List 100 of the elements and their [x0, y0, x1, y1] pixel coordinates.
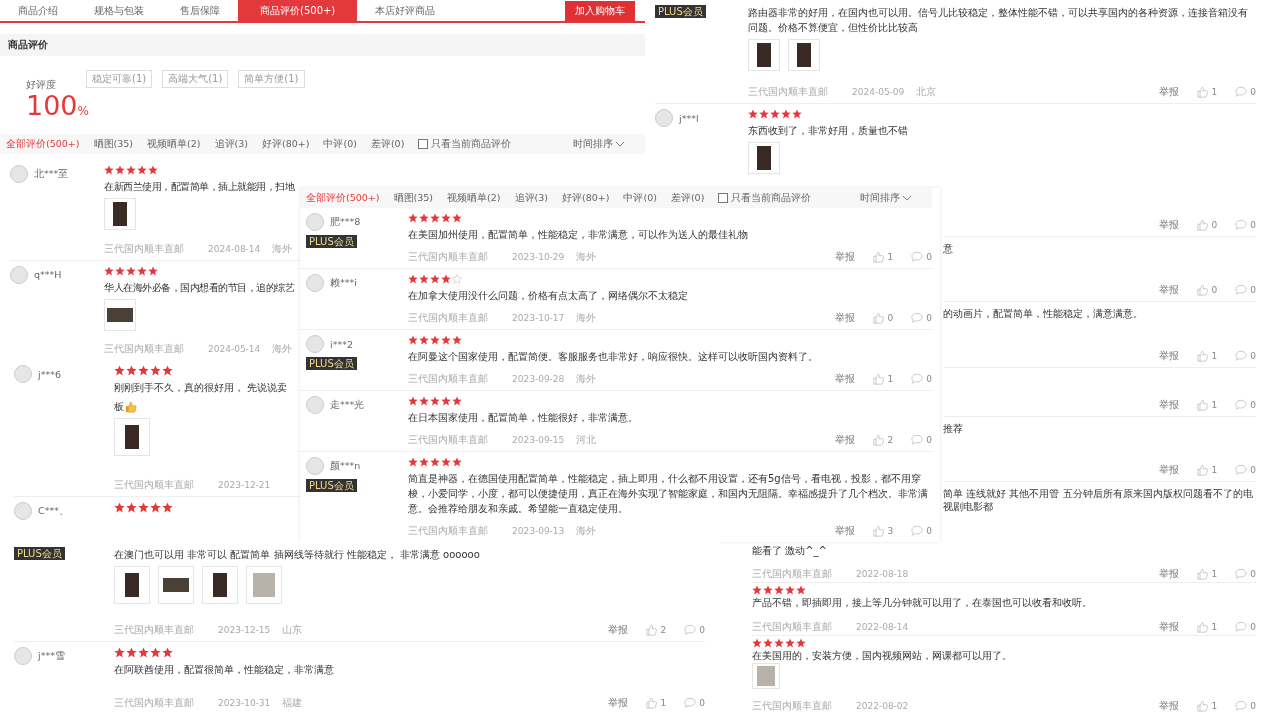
like-button[interactable]: 1	[1196, 700, 1218, 712]
filter-tab[interactable]: 差评(0)	[370, 137, 405, 151]
like-button[interactable]: 1	[1196, 620, 1218, 633]
photo-placeholder[interactable]	[114, 566, 150, 604]
like-button[interactable]: 1	[1196, 568, 1218, 581]
reply-button[interactable]: 0	[684, 624, 705, 636]
tab[interactable]: 本店好评商品	[357, 0, 454, 21]
tab[interactable]: 商品评价(500+)	[238, 0, 358, 21]
report-link[interactable]: 举报	[1158, 349, 1179, 363]
filter-tab[interactable]: 中评(0)	[323, 137, 357, 151]
reply-button[interactable]: 0	[911, 525, 932, 537]
reply-button[interactable]: 0	[1235, 620, 1256, 633]
photo-placeholder[interactable]	[748, 142, 780, 174]
photo-placeholder[interactable]	[104, 298, 136, 331]
review-region: 北京	[916, 85, 937, 99]
filter-tab[interactable]: 追评(3)	[514, 191, 548, 205]
report-link[interactable]: 举报	[834, 311, 855, 325]
report-link[interactable]: 举报	[834, 250, 855, 264]
reply-button[interactable]: 0	[911, 251, 932, 263]
add-to-cart-button[interactable]: 加入购物车	[565, 0, 635, 21]
tab[interactable]: 规格与包装	[76, 0, 162, 21]
report-link[interactable]: 举报	[1158, 619, 1179, 634]
checkbox-label[interactable]: 只看当前商品评价	[431, 137, 512, 151]
reply-button[interactable]: 0	[1235, 398, 1256, 411]
reply-button[interactable]: 0	[1235, 218, 1256, 231]
sort-dropdown[interactable]: 时间排序	[573, 137, 625, 151]
reply-button[interactable]: 0	[911, 373, 932, 385]
photo-placeholder[interactable]	[202, 566, 238, 604]
avatar[interactable]	[14, 647, 32, 665]
report-link[interactable]: 举报	[1158, 699, 1179, 713]
tag[interactable]: 稳定可靠(1)	[86, 70, 153, 88]
like-button[interactable]: 2	[872, 434, 894, 446]
photo-placeholder[interactable]	[114, 418, 150, 456]
avatar[interactable]	[14, 365, 32, 383]
reply-button[interactable]: 0	[1235, 464, 1256, 477]
filter-tab[interactable]: 视频晒单(2)	[147, 137, 201, 151]
avatar[interactable]	[306, 457, 324, 475]
report-link[interactable]: 举报	[834, 433, 855, 447]
sort-dropdown[interactable]: 时间排序	[860, 191, 912, 205]
avatar[interactable]	[14, 502, 32, 520]
avatar[interactable]	[306, 396, 324, 414]
like-button[interactable]: 2	[645, 624, 667, 636]
like-button[interactable]: 0	[872, 312, 894, 324]
reply-button[interactable]: 0	[911, 434, 932, 446]
like-button[interactable]: 1	[1196, 86, 1218, 98]
report-link[interactable]: 举报	[607, 623, 628, 637]
filter-tab[interactable]: 追评(3)	[214, 137, 248, 151]
filter-tab[interactable]: 差评(0)	[670, 191, 705, 205]
avatar[interactable]	[306, 274, 324, 292]
photo-placeholder[interactable]	[748, 39, 780, 71]
like-button[interactable]: 1	[872, 251, 894, 263]
report-link[interactable]: 举报	[1158, 217, 1179, 232]
filter-tab[interactable]: 视频晒单(2)	[447, 191, 501, 205]
filter-tab[interactable]: 全部评价(500+)	[6, 137, 80, 151]
checkbox-label[interactable]: 只看当前商品评价	[731, 191, 812, 205]
tag[interactable]: 简单方便(1)	[238, 70, 305, 88]
reply-button[interactable]: 0	[1235, 350, 1256, 362]
photo-placeholder[interactable]	[788, 39, 820, 71]
report-link[interactable]: 举报	[1158, 397, 1179, 412]
avatar[interactable]	[10, 265, 28, 284]
avatar[interactable]	[306, 335, 324, 353]
like-button[interactable]: 0	[1196, 284, 1218, 297]
filter-tab[interactable]: 好评(80+)	[561, 191, 610, 205]
reply-button[interactable]: 0	[911, 312, 932, 324]
reply-button[interactable]: 0	[1235, 568, 1256, 581]
photo-placeholder[interactable]	[158, 566, 194, 604]
like-button[interactable]: 0	[1196, 218, 1218, 231]
report-link[interactable]: 举报	[1158, 463, 1179, 478]
tab[interactable]: 商品介绍	[0, 0, 76, 21]
like-button[interactable]: 1	[645, 697, 667, 709]
avatar[interactable]	[655, 109, 673, 127]
like-button[interactable]: 1	[872, 373, 894, 385]
filter-tab[interactable]: 全部评价(500+)	[306, 191, 380, 205]
avatar[interactable]	[10, 165, 28, 183]
filter-tab[interactable]: 好评(80+)	[261, 137, 310, 151]
report-link[interactable]: 举报	[834, 372, 855, 386]
reply-button[interactable]: 0	[1235, 700, 1256, 712]
filter-tab[interactable]: 晒图(35)	[393, 191, 434, 205]
reply-button[interactable]: 0	[1235, 284, 1256, 297]
report-link[interactable]: 举报	[1158, 283, 1179, 298]
like-button[interactable]: 1	[1196, 350, 1218, 362]
report-link[interactable]: 举报	[1158, 85, 1179, 99]
tab[interactable]: 售后保障	[162, 0, 238, 21]
checkbox[interactable]	[418, 139, 429, 149]
like-button[interactable]: 1	[1196, 464, 1218, 477]
speech-bubble-icon	[1235, 350, 1248, 362]
tag[interactable]: 高端大气(1)	[162, 70, 229, 88]
checkbox[interactable]	[718, 193, 729, 203]
reply-button[interactable]: 0	[1235, 86, 1256, 98]
filter-tab[interactable]: 晒图(35)	[93, 137, 134, 151]
avatar[interactable]	[306, 213, 324, 231]
like-button[interactable]: 3	[872, 525, 894, 537]
review-region: 海外	[272, 241, 293, 256]
filter-tab[interactable]: 中评(0)	[623, 191, 657, 205]
photo-placeholder[interactable]	[104, 198, 136, 230]
report-link[interactable]: 举报	[1158, 567, 1179, 582]
report-link[interactable]: 举报	[607, 696, 628, 710]
like-button[interactable]: 1	[1196, 398, 1218, 411]
report-link[interactable]: 举报	[834, 524, 855, 538]
reply-button[interactable]: 0	[684, 697, 705, 709]
